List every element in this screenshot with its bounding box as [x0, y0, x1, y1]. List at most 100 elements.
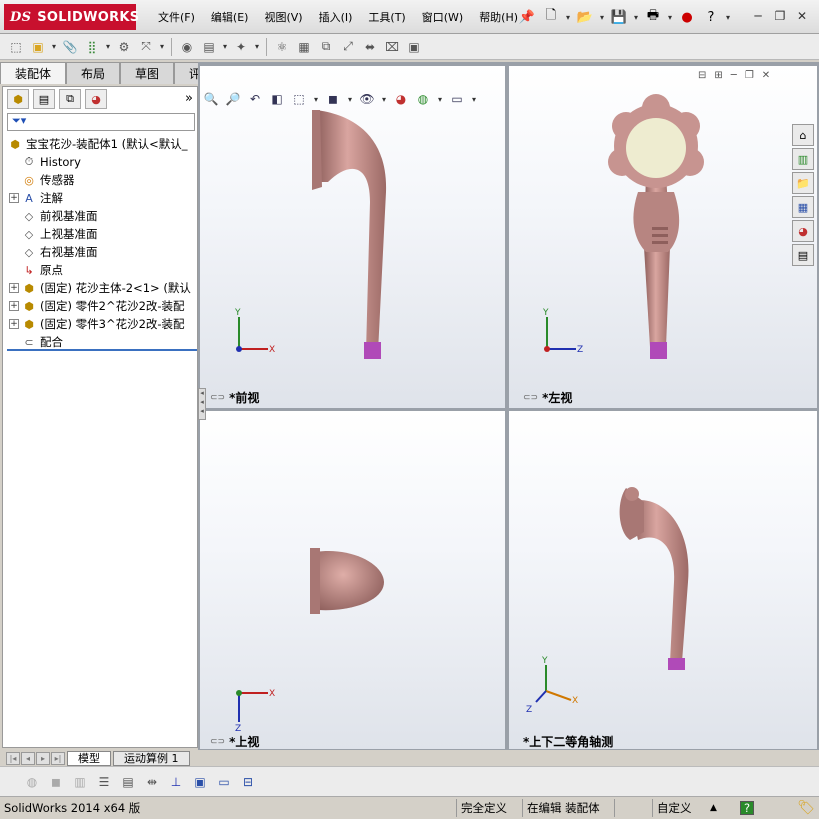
status-units[interactable]: 自定义	[652, 799, 706, 817]
zoom-to-fit-icon[interactable]: 🔍	[202, 90, 220, 108]
split-window-icon[interactable]: ⊟	[238, 772, 258, 792]
tab-layout[interactable]: 布局	[66, 62, 120, 84]
smart-fastener-icon[interactable]: ⚙	[114, 37, 134, 57]
new-motion-study-icon[interactable]: ⚛	[272, 37, 292, 57]
chevron-down-icon[interactable]: ▾	[666, 13, 674, 22]
expand-icon[interactable]: +	[9, 301, 19, 311]
first-tab-icon[interactable]: |◂	[6, 751, 20, 765]
chevron-down-icon[interactable]: ▾	[104, 42, 112, 51]
display-manager-icon[interactable]: ◕	[85, 89, 107, 109]
tree-item[interactable]: + ⬢ (固定) 花沙主体-2<1> (默认	[3, 279, 199, 297]
list-icon[interactable]: ☰	[94, 772, 114, 792]
minimize-icon[interactable]: ─	[731, 70, 737, 81]
chevron-down-icon[interactable]: ▾	[221, 42, 229, 51]
tree-item[interactable]: ↳ 原点	[3, 261, 199, 279]
shaded-edges-icon[interactable]: ◍	[22, 772, 42, 792]
file-explorer-icon[interactable]: 📁	[792, 172, 814, 194]
move-component-icon[interactable]: ⤧	[136, 37, 156, 57]
close-icon[interactable]: ✕	[762, 70, 770, 81]
open-folder-icon[interactable]: 📂	[574, 6, 596, 28]
next-tab-icon[interactable]: ▸	[36, 751, 50, 765]
tab-assembly[interactable]: 装配体	[0, 62, 66, 84]
tree-item[interactable]: ◇ 右视基准面	[3, 243, 199, 261]
menu-edit[interactable]: 编辑(E)	[203, 10, 257, 26]
chevron-down-icon[interactable]: ▾	[346, 95, 354, 104]
view-settings-icon[interactable]: ▭	[448, 90, 466, 108]
apply-scene-icon[interactable]: ◍	[414, 90, 432, 108]
design-library-icon[interactable]: ▥	[792, 148, 814, 170]
feature-tree-icon[interactable]: ⬢	[7, 89, 29, 109]
hide-show-items-icon[interactable]: 👁	[358, 90, 376, 108]
tree-item[interactable]: ⏱ History	[3, 153, 199, 171]
configuration-manager-icon[interactable]: ⧉	[59, 89, 81, 109]
align-icon[interactable]: ⇹	[142, 772, 162, 792]
chevron-down-icon[interactable]: ▾	[436, 95, 444, 104]
menu-file[interactable]: 文件(F)	[150, 10, 203, 26]
rebuild-tag-icon[interactable]: 🏷	[793, 799, 819, 817]
chevron-down-icon[interactable]: ▾	[312, 95, 320, 104]
tab-sketch[interactable]: 草图	[120, 62, 174, 84]
close-icon[interactable]: ✕	[794, 8, 810, 24]
reference-geometry-icon[interactable]: ✦	[231, 37, 251, 57]
tab-motion-study[interactable]: 运动算例 1	[113, 750, 190, 766]
tree-item[interactable]: + A 注解	[3, 189, 199, 207]
coordinate-icon[interactable]: ⊥	[166, 772, 186, 792]
tree-item[interactable]: ◎ 传感器	[3, 171, 199, 189]
view-palette-icon[interactable]: ▦	[792, 196, 814, 218]
tab-model[interactable]: 模型	[67, 750, 111, 766]
expand-icon[interactable]: +	[9, 283, 19, 293]
solidworks-logo[interactable]: DS SOLIDWORKS	[4, 4, 139, 30]
tile-icon[interactable]: ▥	[70, 772, 90, 792]
units-menu-icon[interactable]: ▲	[706, 799, 730, 817]
exploded-view-icon[interactable]: ⧉	[316, 37, 336, 57]
instant3d-icon[interactable]: ⬌	[360, 37, 380, 57]
new-part-icon[interactable]: ▣	[28, 37, 48, 57]
pin-icon[interactable]: 📌	[516, 6, 538, 28]
update-speedpak-icon[interactable]: ⌧	[382, 37, 402, 57]
zoom-to-area-icon[interactable]: 🔎	[224, 90, 242, 108]
menu-view[interactable]: 视图(V)	[256, 10, 310, 26]
tree-root-assembly[interactable]: ⬢ 宝宝花沙-装配体1 (默认<默认_	[3, 135, 199, 153]
previous-view-icon[interactable]: ↶	[246, 90, 264, 108]
filter-bar[interactable]: ⏷▾	[7, 113, 195, 131]
3d-box-icon[interactable]: ▣	[190, 772, 210, 792]
tree-item[interactable]: + ⬢ (固定) 零件2^花沙2改-装配	[3, 297, 199, 315]
last-tab-icon[interactable]: ▸|	[51, 751, 65, 765]
expand-panel-icon[interactable]: »	[185, 91, 193, 106]
menu-window[interactable]: 窗口(W)	[414, 10, 471, 26]
split-horizontal-icon[interactable]: ⊞	[714, 70, 722, 81]
tree-item[interactable]: ◇ 上视基准面	[3, 225, 199, 243]
chevron-down-icon[interactable]: ▾	[253, 42, 261, 51]
print-icon[interactable]: 🖶	[642, 6, 664, 28]
display-style-icon[interactable]: ◼	[324, 90, 342, 108]
chevron-down-icon[interactable]: ▾	[564, 13, 572, 22]
linear-pattern-icon[interactable]: ⣿	[82, 37, 102, 57]
link-views-icon[interactable]: ⊂⊃	[210, 737, 225, 747]
shaded-icon[interactable]: ◼	[46, 772, 66, 792]
solidworks-resources-icon[interactable]: ⌂	[792, 124, 814, 146]
new-document-icon[interactable]: 🗋	[540, 6, 562, 28]
mate-icon[interactable]: 📎	[60, 37, 80, 57]
explode-line-sketch-icon[interactable]: ⤢	[338, 37, 358, 57]
chevron-down-icon[interactable]: ▾	[158, 42, 166, 51]
split-vertical-icon[interactable]: ⊟	[698, 70, 706, 81]
prev-tab-icon[interactable]: ◂	[21, 751, 35, 765]
restore-icon[interactable]: ❐	[745, 70, 754, 81]
bill-of-materials-icon[interactable]: ▦	[294, 37, 314, 57]
insert-component-icon[interactable]: ⬚	[6, 37, 26, 57]
expand-icon[interactable]: +	[9, 319, 19, 329]
filter-icon[interactable]: ⏷▾	[12, 114, 26, 127]
link-views-icon[interactable]: ⊂⊃	[210, 393, 225, 403]
custom-properties-icon[interactable]: ▤	[792, 244, 814, 266]
tree-item[interactable]: + ⬢ (固定) 零件3^花沙2改-装配	[3, 315, 199, 333]
assembly-features-icon[interactable]: ▤	[199, 37, 219, 57]
chevron-down-icon[interactable]: ▾	[380, 95, 388, 104]
section-view-icon[interactable]: ◧	[268, 90, 286, 108]
chevron-down-icon[interactable]: ▾	[724, 13, 732, 22]
show-hidden-icon[interactable]: ◉	[177, 37, 197, 57]
appearances-icon[interactable]: ◕	[792, 220, 814, 242]
menu-insert[interactable]: 插入(I)	[311, 10, 361, 26]
property-manager-icon[interactable]: ▤	[33, 89, 55, 109]
expand-icon[interactable]: +	[9, 193, 19, 203]
traffic-light-icon[interactable]: ●	[676, 6, 698, 28]
